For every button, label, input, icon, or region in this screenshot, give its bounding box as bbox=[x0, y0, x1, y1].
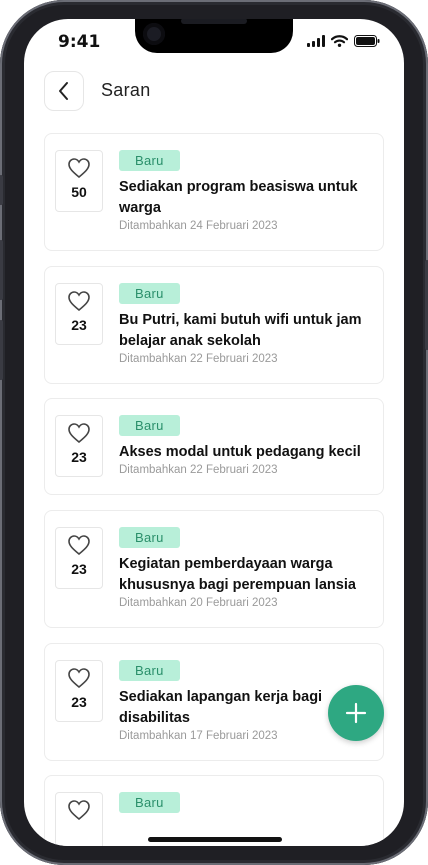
like-button[interactable]: 23 bbox=[55, 527, 103, 589]
suggestion-date: Ditambahkan 22 Februari 2023 bbox=[119, 464, 278, 476]
page-title: Saran bbox=[101, 80, 151, 100]
like-button[interactable]: 23 bbox=[55, 660, 103, 722]
chevron-left-icon bbox=[59, 82, 68, 100]
suggestion-card[interactable]: 50 Baru Sediakan program beasiswa untuk … bbox=[44, 133, 384, 251]
mute-switch bbox=[0, 175, 3, 205]
wifi-icon bbox=[331, 35, 348, 47]
status-icons bbox=[307, 35, 380, 47]
speaker bbox=[181, 19, 247, 24]
status-badge: Baru bbox=[119, 660, 180, 681]
dynamic-notch bbox=[135, 19, 293, 53]
suggestion-title: Akses modal untuk pedagang kecil bbox=[119, 444, 361, 460]
suggestion-card[interactable]: 23 Baru Akses modal untuk pedagang kecil… bbox=[44, 398, 384, 495]
heart-icon bbox=[68, 423, 90, 444]
suggestion-date: Ditambahkan 22 Februari 2023 bbox=[119, 353, 278, 365]
suggestion-card[interactable]: Baru bbox=[44, 775, 384, 846]
like-button[interactable] bbox=[55, 792, 103, 846]
heart-icon bbox=[68, 158, 90, 179]
like-count: 23 bbox=[71, 317, 87, 333]
suggestion-card[interactable]: 23 Baru Bu Putri, kami butuh wifi untuk … bbox=[44, 266, 384, 384]
like-count: 23 bbox=[71, 694, 87, 710]
suggestion-card[interactable]: 23 Baru Kegiatan pemberdayaan warga khus… bbox=[44, 510, 384, 628]
add-suggestion-button[interactable] bbox=[328, 685, 384, 741]
heart-icon bbox=[68, 668, 90, 689]
like-button[interactable]: 23 bbox=[55, 415, 103, 477]
back-button[interactable] bbox=[44, 71, 84, 111]
camera bbox=[143, 23, 165, 45]
like-button[interactable]: 50 bbox=[55, 150, 103, 212]
status-time: 9:41 bbox=[58, 32, 101, 52]
status-badge: Baru bbox=[119, 150, 180, 171]
heart-icon bbox=[68, 800, 90, 821]
plus-icon bbox=[345, 702, 367, 724]
suggestion-date: Ditambahkan 17 Februari 2023 bbox=[119, 730, 278, 742]
battery-icon bbox=[354, 35, 380, 47]
status-bar: 9:41 bbox=[24, 19, 404, 69]
suggestion-title: Sediakan program beasiswa untuk warga bbox=[119, 179, 358, 216]
like-count: 23 bbox=[71, 449, 87, 465]
like-button[interactable]: 23 bbox=[55, 283, 103, 345]
phone-frame: 9:41 Saran 50 Baru Sediakan program beas… bbox=[0, 0, 428, 865]
signal-icon bbox=[307, 35, 325, 47]
screen: 9:41 Saran 50 Baru Sediakan program beas… bbox=[24, 19, 404, 846]
suggestion-title: Kegiatan pemberdayaan warga khususnya ba… bbox=[119, 556, 356, 593]
like-count: 23 bbox=[71, 561, 87, 577]
like-count: 50 bbox=[71, 184, 87, 200]
status-badge: Baru bbox=[119, 792, 180, 813]
suggestion-date: Ditambahkan 20 Februari 2023 bbox=[119, 597, 278, 609]
heart-icon bbox=[68, 291, 90, 312]
home-indicator[interactable] bbox=[148, 837, 282, 842]
status-badge: Baru bbox=[119, 283, 180, 304]
volume-up-button bbox=[0, 240, 3, 300]
status-badge: Baru bbox=[119, 527, 180, 548]
suggestion-date: Ditambahkan 24 Februari 2023 bbox=[119, 220, 278, 232]
status-badge: Baru bbox=[119, 415, 180, 436]
heart-icon bbox=[68, 535, 90, 556]
volume-down-button bbox=[0, 320, 3, 380]
suggestion-title: Bu Putri, kami butuh wifi untuk jam bela… bbox=[119, 312, 362, 349]
